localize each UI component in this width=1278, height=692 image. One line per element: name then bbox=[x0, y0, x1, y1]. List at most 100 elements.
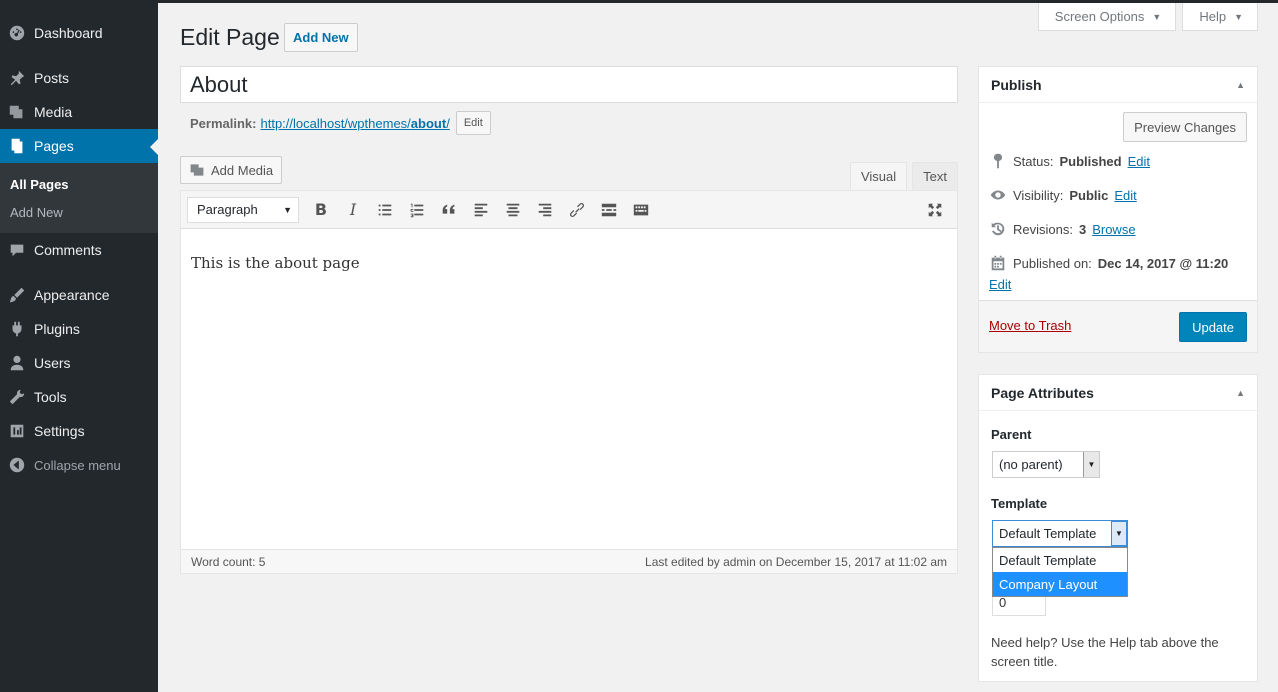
move-to-trash-link[interactable]: Move to Trash bbox=[989, 318, 1071, 333]
format-select[interactable]: Paragraph ▼ bbox=[187, 196, 299, 223]
menu-label: Comments bbox=[34, 242, 102, 258]
revisions-row: Revisions: 3 Browse bbox=[989, 220, 1136, 238]
screen-meta-links: Screen Options ▼ Help ▼ bbox=[1037, 3, 1258, 31]
editor-content[interactable]: This is the about page bbox=[181, 229, 957, 550]
menu-posts[interactable]: Posts bbox=[0, 61, 158, 95]
screen-options-label: Screen Options bbox=[1054, 9, 1145, 24]
parent-value: (no parent) bbox=[999, 457, 1063, 472]
page-attributes-box: Page Attributes ▲ Parent (no parent) ▼ T… bbox=[978, 374, 1258, 682]
collapse-label: Collapse menu bbox=[34, 457, 121, 473]
status-edit-link[interactable]: Edit bbox=[1128, 154, 1150, 169]
add-new-button[interactable]: Add New bbox=[284, 23, 358, 52]
pages-submenu: All Pages Add New bbox=[0, 163, 158, 233]
format-value: Paragraph bbox=[197, 202, 258, 217]
align-left-icon[interactable] bbox=[465, 195, 497, 225]
template-option[interactable]: Company Layout bbox=[993, 572, 1127, 596]
permalink-label: Permalink: bbox=[190, 115, 257, 131]
menu-pages[interactable]: Pages bbox=[0, 129, 158, 163]
menu-tools[interactable]: Tools bbox=[0, 380, 158, 414]
collapse-arrow-icon[interactable]: ▲ bbox=[1236, 388, 1245, 398]
permalink-slug: about bbox=[410, 115, 447, 131]
collapse-menu-button[interactable]: Collapse menu bbox=[0, 448, 158, 482]
visibility-row: Visibility: Public Edit bbox=[989, 186, 1137, 204]
revisions-value: 3 bbox=[1078, 221, 1087, 237]
menu-appearance[interactable]: Appearance bbox=[0, 278, 158, 312]
status-label: Status: bbox=[1013, 153, 1054, 169]
parent-label: Parent bbox=[991, 427, 1032, 442]
add-media-button[interactable]: Add Media bbox=[180, 156, 283, 184]
dashboard-icon bbox=[0, 24, 34, 42]
published-on-row: Published on: Dec 14, 2017 @ 11:20 bbox=[989, 254, 1228, 272]
template-dropdown: Default Template Company Layout bbox=[992, 547, 1128, 597]
publish-box-header[interactable]: Publish ▲ bbox=[979, 67, 1257, 103]
numbered-list-icon[interactable] bbox=[401, 195, 433, 225]
menu-settings[interactable]: Settings bbox=[0, 414, 158, 448]
publish-box: Publish ▲ Preview Changes Status: Publis… bbox=[978, 66, 1258, 353]
collapse-arrow-icon[interactable]: ▲ bbox=[1236, 80, 1245, 90]
permalink-link[interactable]: http://localhost/wpthemes/about/ bbox=[260, 116, 449, 131]
visibility-label: Visibility: bbox=[1013, 187, 1064, 203]
post-title-input[interactable]: About bbox=[180, 66, 958, 103]
last-edited: Last edited by admin on December 15, 201… bbox=[645, 554, 947, 569]
eye-icon bbox=[990, 190, 1006, 200]
screen-options-button[interactable]: Screen Options ▼ bbox=[1037, 3, 1177, 31]
submenu-all-pages[interactable]: All Pages bbox=[0, 171, 158, 199]
preview-changes-button[interactable]: Preview Changes bbox=[1123, 112, 1247, 142]
menu-media[interactable]: Media bbox=[0, 95, 158, 129]
editor-status-bar: Word count: 5 Last edited by admin on De… bbox=[181, 549, 957, 573]
menu-users[interactable]: Users bbox=[0, 346, 158, 380]
caret-down-icon: ▼ bbox=[1111, 521, 1127, 546]
history-icon bbox=[991, 222, 1005, 236]
tab-text[interactable]: Text bbox=[912, 162, 958, 191]
align-right-icon[interactable] bbox=[529, 195, 561, 225]
template-value: Default Template bbox=[999, 526, 1097, 541]
calendar-icon bbox=[991, 255, 1005, 271]
read-more-icon[interactable] bbox=[593, 195, 625, 225]
menu-comments[interactable]: Comments bbox=[0, 233, 158, 267]
content-editor: Paragraph ▼ B I This is the about page W… bbox=[180, 190, 958, 574]
bold-icon[interactable]: B bbox=[305, 195, 337, 225]
menu-dashboard[interactable]: Dashboard bbox=[0, 16, 158, 50]
settings-icon bbox=[0, 422, 34, 440]
align-center-icon[interactable] bbox=[497, 195, 529, 225]
browse-revisions-link[interactable]: Browse bbox=[1092, 222, 1135, 237]
submenu-add-new[interactable]: Add New bbox=[0, 199, 158, 227]
link-icon[interactable] bbox=[561, 195, 593, 225]
italic-icon[interactable]: I bbox=[337, 195, 369, 225]
template-select[interactable]: Default Template ▼ bbox=[992, 520, 1128, 547]
bullet-list-icon[interactable] bbox=[369, 195, 401, 225]
toolbar-toggle-icon[interactable] bbox=[625, 195, 657, 225]
menu-label: Pages bbox=[34, 138, 74, 154]
edit-permalink-button[interactable]: Edit bbox=[455, 111, 491, 135]
pin-icon bbox=[993, 153, 1003, 169]
update-button[interactable]: Update bbox=[1179, 312, 1247, 342]
visibility-edit-link[interactable]: Edit bbox=[1114, 188, 1136, 203]
help-button[interactable]: Help ▼ bbox=[1182, 3, 1258, 31]
page-attributes-title: Page Attributes bbox=[991, 384, 1094, 401]
help-label: Help bbox=[1199, 9, 1227, 24]
menu-label: Settings bbox=[34, 423, 85, 439]
published-value: Dec 14, 2017 @ 11:20 bbox=[1097, 255, 1229, 271]
permalink-end: / bbox=[446, 115, 450, 131]
published-label: Published on: bbox=[1013, 255, 1092, 271]
wrench-icon bbox=[0, 388, 34, 406]
template-option[interactable]: Default Template bbox=[993, 548, 1127, 572]
media-icon bbox=[0, 103, 34, 121]
fullscreen-icon[interactable] bbox=[919, 195, 951, 225]
page-attributes-header[interactable]: Page Attributes ▲ bbox=[979, 375, 1257, 411]
pages-icon bbox=[0, 137, 34, 155]
caret-down-icon: ▼ bbox=[1234, 11, 1243, 22]
caret-down-icon: ▼ bbox=[1152, 11, 1162, 22]
add-media-label: Add Media bbox=[211, 162, 274, 178]
published-edit-link[interactable]: Edit bbox=[989, 277, 1011, 292]
user-icon bbox=[0, 354, 34, 372]
editor-tabs: Visual Text bbox=[849, 162, 958, 191]
tab-visual[interactable]: Visual bbox=[849, 162, 908, 191]
permalink-base: http://localhost/wpthemes/ bbox=[260, 115, 411, 131]
blockquote-icon[interactable] bbox=[433, 195, 465, 225]
menu-label: Users bbox=[34, 355, 71, 371]
parent-select[interactable]: (no parent) ▼ bbox=[992, 451, 1100, 478]
pin-icon bbox=[0, 69, 34, 87]
menu-label: Dashboard bbox=[34, 25, 103, 41]
menu-plugins[interactable]: Plugins bbox=[0, 312, 158, 346]
